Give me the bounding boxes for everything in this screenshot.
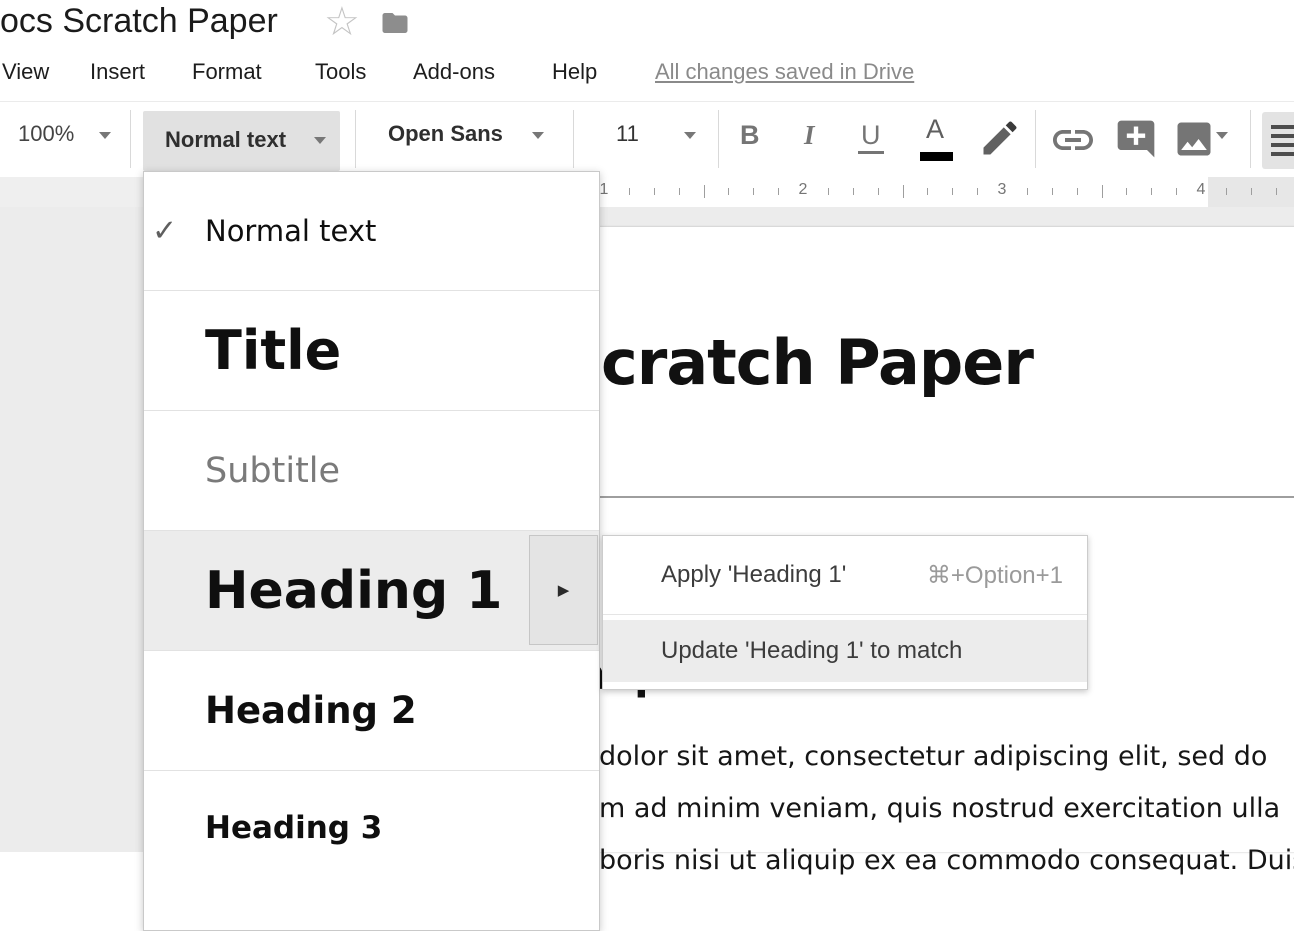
insert-image-icon[interactable] [1172, 117, 1216, 161]
text-color-swatch [920, 152, 953, 161]
toolbar: 100% Normal text Open Sans 11 B I U A [0, 102, 1294, 178]
align-button[interactable] [1262, 112, 1294, 169]
ruler-tick [878, 188, 879, 195]
image-caret-icon[interactable] [1216, 132, 1228, 139]
ruler-tick [927, 188, 928, 195]
ruler-number: 4 [1197, 181, 1206, 199]
ruler-tick [1102, 185, 1103, 198]
toolbar-separator [130, 110, 131, 168]
ruler-tick [654, 188, 655, 195]
ruler-tick [952, 188, 953, 195]
ruler-tick [728, 188, 729, 195]
ruler-tick [1226, 188, 1227, 195]
menu-view[interactable]: View [2, 59, 49, 85]
toolbar-separator [355, 110, 356, 168]
toolbar-separator [718, 110, 719, 168]
ruler-tick [1176, 188, 1177, 195]
page-heading-title[interactable]: cratch Paper [601, 326, 1033, 399]
toolbar-separator [573, 110, 574, 168]
menu-tools[interactable]: Tools [315, 59, 366, 85]
style-option-subtitle[interactable]: Subtitle [144, 410, 599, 530]
ruler-tick [1151, 188, 1152, 195]
apply-heading-1-item[interactable]: Apply 'Heading 1' ⌘+Option+1 [603, 536, 1087, 615]
ruler-tick [704, 185, 705, 198]
heading-1-submenu: Apply 'Heading 1' ⌘+Option+1 Update 'Hea… [602, 535, 1088, 690]
font-size-caret-icon [684, 132, 696, 139]
save-status-link[interactable]: All changes saved in Drive [655, 59, 914, 85]
zoom-caret-icon [99, 132, 111, 139]
titlebar: ocs Scratch Paper ☆ [0, 0, 1294, 50]
ruler-number: 2 [799, 181, 808, 199]
check-icon: ✓ [152, 214, 177, 249]
heading-1-submenu-button[interactable]: ▶ [529, 535, 598, 645]
document-title[interactable]: ocs Scratch Paper [0, 2, 278, 41]
ruler-tick [753, 188, 754, 195]
style-option-heading-3[interactable]: Heading 3 [144, 770, 599, 930]
paragraph-style-value: Normal text [165, 127, 286, 153]
style-option-heading-1[interactable]: Heading 1 ▶ [144, 530, 599, 650]
ruler-tick [1276, 188, 1277, 195]
italic-button[interactable]: I [804, 120, 815, 151]
highlight-pen-icon[interactable] [978, 116, 1022, 160]
menu-insert[interactable]: Insert [90, 59, 145, 85]
ruler-tick [1077, 188, 1078, 195]
insert-link-icon[interactable] [1048, 116, 1098, 164]
ruler-tick [853, 188, 854, 195]
ruler-tick [679, 188, 680, 195]
font-select[interactable]: Open Sans [388, 121, 503, 147]
keyboard-shortcut: ⌘+Option+1 [927, 561, 1063, 590]
menu-help[interactable]: Help [552, 59, 597, 85]
folder-icon[interactable] [378, 8, 412, 38]
align-icon [1271, 125, 1294, 129]
google-docs-window: { "titlebar": { "title": "ocs Scratch Pa… [0, 0, 1294, 852]
ruler-tick [1126, 188, 1127, 195]
underline-button[interactable]: U [858, 120, 884, 154]
style-option-normal-text[interactable]: ✓ Normal text [144, 172, 599, 290]
toolbar-separator [1250, 110, 1251, 168]
style-caret-icon [314, 137, 326, 144]
style-option-heading-2[interactable]: Heading 2 [144, 650, 599, 770]
ruler-tick [629, 188, 630, 195]
font-caret-icon [532, 132, 544, 139]
ruler-number: 1 [600, 181, 609, 199]
style-option-title[interactable]: Title [144, 290, 599, 410]
paragraph-style-menu: ✓ Normal text Title Subtitle Heading 1 ▶… [143, 171, 600, 931]
star-icon[interactable]: ☆ [324, 0, 360, 44]
body-text-line[interactable]: m ad minim veniam, quis nostrud exercita… [599, 793, 1280, 824]
font-size-select[interactable]: 11 [616, 121, 639, 147]
ruler-tick [1052, 188, 1053, 195]
paragraph-style-select[interactable]: Normal text [143, 111, 340, 171]
submenu-arrow-icon: ▶ [558, 581, 570, 599]
ruler-tick [1251, 188, 1252, 195]
ruler-tick [1027, 188, 1028, 195]
insert-comment-icon[interactable] [1114, 117, 1158, 161]
body-text-line[interactable]: dolor sit amet, consectetur adipiscing e… [599, 741, 1267, 772]
text-color-button[interactable]: A [926, 114, 944, 145]
ruler-tick [977, 188, 978, 195]
zoom-select[interactable]: 100% [18, 121, 74, 147]
menu-addons[interactable]: Add-ons [413, 59, 495, 85]
ruler-tick [778, 188, 779, 195]
ruler-tick [903, 185, 904, 198]
bold-button[interactable]: B [740, 120, 760, 151]
update-heading-1-item[interactable]: Update 'Heading 1' to match [603, 620, 1087, 682]
toolbar-separator [1035, 110, 1036, 168]
ruler-tick [828, 188, 829, 195]
ruler-number: 3 [998, 181, 1007, 199]
menu-format[interactable]: Format [192, 59, 262, 85]
menubar: View Insert Format Tools Add-ons Help Al… [0, 50, 1294, 102]
body-text-line[interactable]: boris nisi ut aliquip ex ea commodo cons… [599, 845, 1294, 876]
